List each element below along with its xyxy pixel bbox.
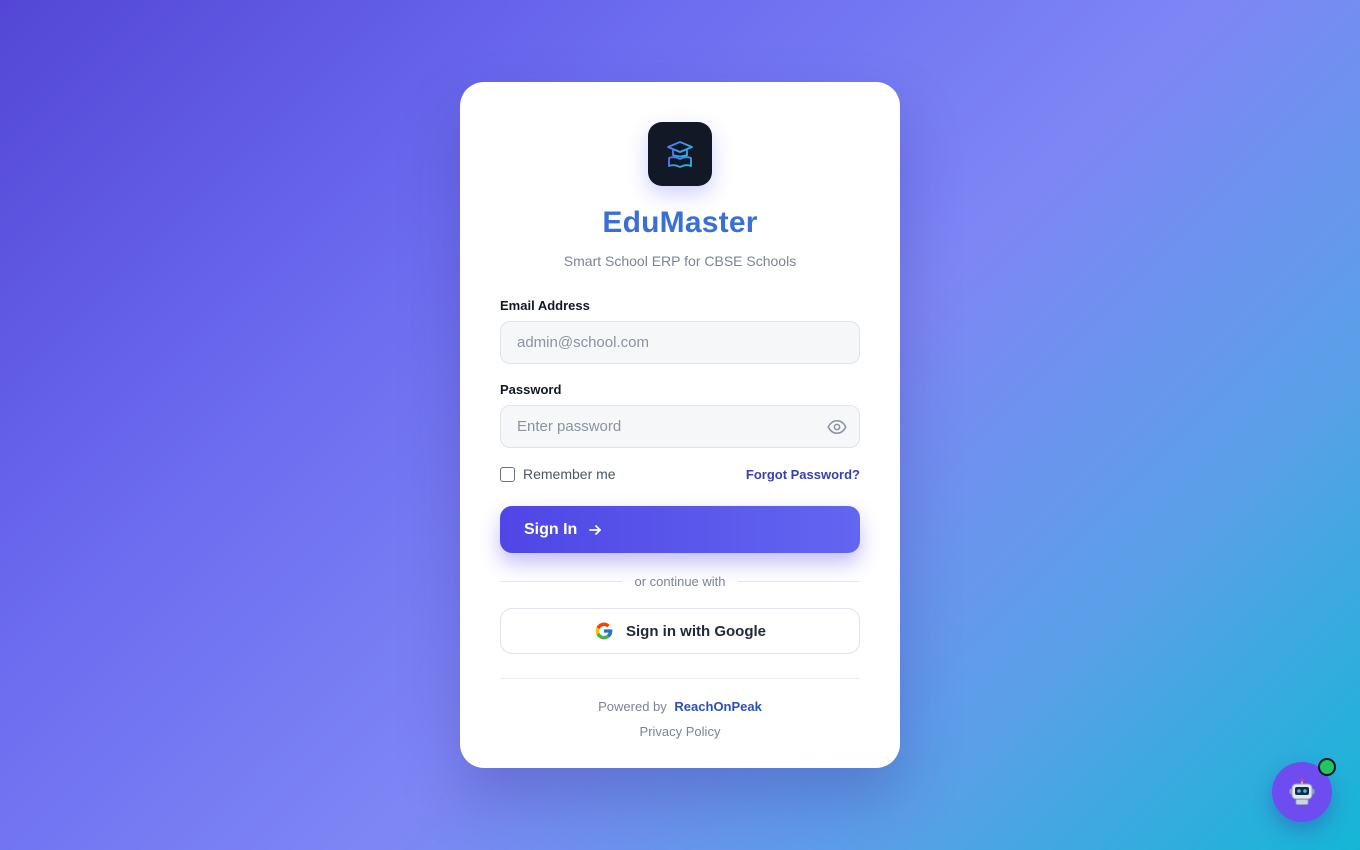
robot-icon [1289, 778, 1315, 805]
password-field-wrap [500, 405, 860, 448]
divider-line-left [500, 580, 623, 582]
password-input[interactable] [500, 405, 860, 448]
brand-name: EduMaster [602, 206, 758, 239]
sign-in-button[interactable]: Sign In [500, 506, 860, 553]
footer-separator [500, 678, 860, 679]
google-sign-in-label: Sign in with Google [626, 622, 766, 640]
chatbot-online-status-badge [1318, 758, 1336, 776]
company-link[interactable]: ReachOnPeak [674, 699, 761, 714]
form-options-row: Remember me Forgot Password? [500, 465, 860, 483]
google-sign-in-button[interactable]: Sign in with Google [500, 608, 860, 654]
divider: or continue with [500, 573, 860, 589]
show-password-eye-icon[interactable] [826, 416, 848, 438]
login-card: EduMaster Smart School ERP for CBSE Scho… [460, 82, 900, 768]
google-icon [595, 622, 613, 640]
privacy-policy-link[interactable]: Privacy Policy [500, 724, 860, 739]
remember-me-checkbox[interactable] [500, 466, 515, 482]
powered-by-text: Powered by [598, 699, 667, 714]
remember-me-label: Remember me [523, 466, 616, 482]
email-input[interactable] [500, 321, 860, 364]
divider-line-right [737, 580, 860, 582]
remember-me[interactable]: Remember me [500, 466, 616, 482]
password-label: Password [500, 382, 562, 397]
graduation-cap-book-icon [667, 141, 693, 168]
arrow-right-icon [589, 524, 602, 535]
email-field-wrap [500, 321, 860, 364]
divider-text: or continue with [634, 573, 726, 589]
forgot-password-link[interactable]: Forgot Password? [746, 467, 860, 482]
powered-by: Powered by ReachOnPeak [500, 699, 860, 715]
brand-tagline: Smart School ERP for CBSE Schools [563, 253, 797, 269]
app-logo [648, 122, 712, 186]
email-label: Email Address [500, 298, 590, 313]
sign-in-label: Sign In [524, 520, 578, 538]
